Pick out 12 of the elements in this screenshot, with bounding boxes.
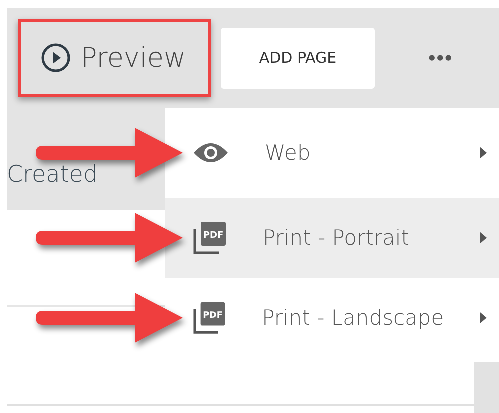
- play-icon: [41, 43, 71, 73]
- caret-icon: [480, 312, 487, 324]
- preview-button[interactable]: Preview: [18, 19, 211, 97]
- eye-icon: [193, 142, 229, 164]
- caret-icon: [480, 147, 487, 159]
- menu-item[interactable]: Web: [165, 108, 499, 198]
- menu-item[interactable]: PDF Print - Portrait: [165, 198, 499, 278]
- more-button[interactable]: •••: [427, 48, 452, 68]
- menu-item[interactable]: PDF Print - Landscape: [165, 278, 499, 358]
- caret-icon: [480, 232, 487, 244]
- add-page-button[interactable]: ADD PAGE: [221, 28, 375, 88]
- column-label: Created: [7, 162, 98, 188]
